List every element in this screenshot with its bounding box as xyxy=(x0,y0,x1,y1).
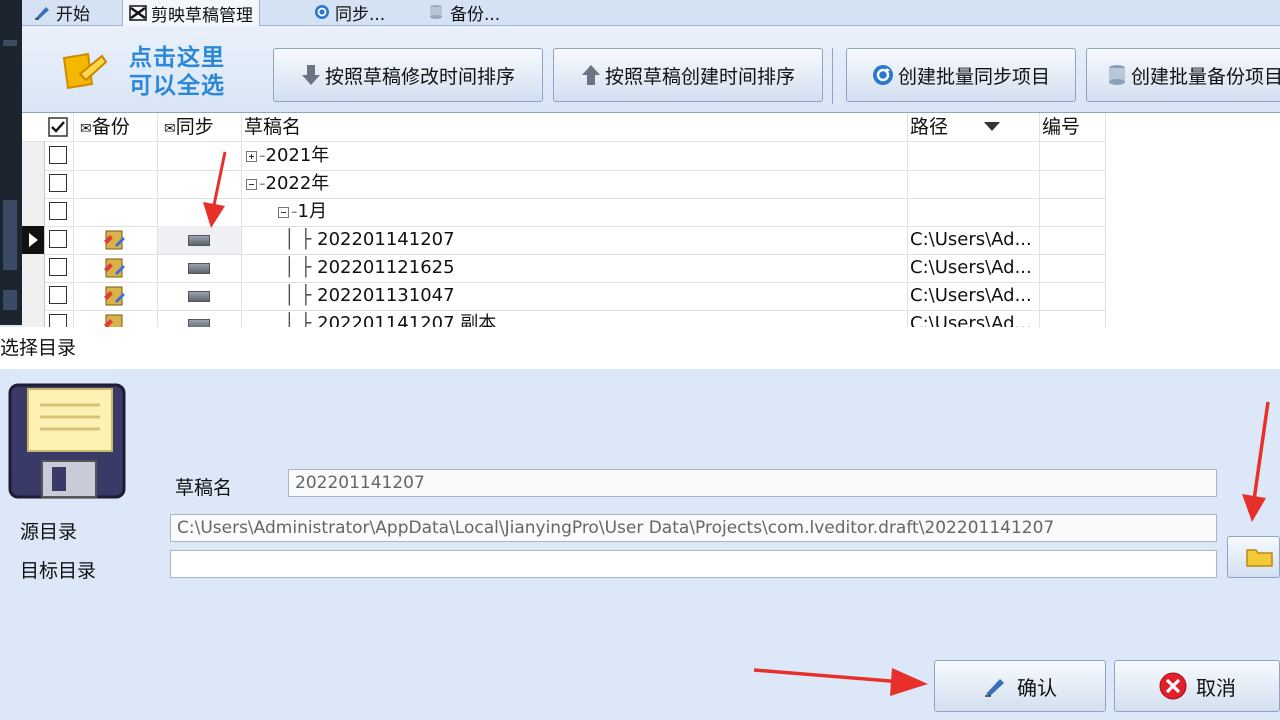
backup-status-icon[interactable] xyxy=(101,255,127,281)
row-checkbox[interactable] xyxy=(49,286,67,304)
header-select-all-checkbox[interactable] xyxy=(44,113,74,141)
collapse-icon[interactable] xyxy=(278,206,289,218)
tab-backup[interactable]: 备份... xyxy=(422,0,506,25)
confirm-button[interactable]: 确认 xyxy=(934,660,1106,712)
select-all-icon[interactable] xyxy=(58,44,110,96)
source-dir-label: 源目录 xyxy=(20,521,78,543)
sort-by-modified-button[interactable]: 按照草稿修改时间排序 xyxy=(273,48,543,102)
table-row[interactable]: -2022年 xyxy=(22,170,1106,199)
backup-status-icon[interactable] xyxy=(101,283,127,309)
sort-descending-icon xyxy=(984,122,1000,131)
sync-status-icon[interactable] xyxy=(188,235,210,246)
left-background-strip xyxy=(0,0,22,325)
column-header-name[interactable]: 草稿名 xyxy=(242,113,908,141)
database-icon xyxy=(1109,65,1125,85)
checkbox-checked-icon xyxy=(48,117,68,137)
column-header-path[interactable]: 路径 xyxy=(908,113,1040,141)
tab-label: 开始 xyxy=(56,4,90,25)
close-circle-icon xyxy=(1159,672,1187,700)
current-row-indicator xyxy=(22,226,45,254)
sort-by-created-button[interactable]: 按照草稿创建时间排序 xyxy=(553,48,823,102)
row-checkbox[interactable] xyxy=(49,314,67,327)
draft-name-field[interactable]: 202201141207 xyxy=(288,469,1217,497)
column-header-backup[interactable]: ✉备份 xyxy=(74,113,158,141)
collapse-icon[interactable] xyxy=(246,178,257,190)
envelope-icon: ✉ xyxy=(164,121,176,137)
capcut-icon xyxy=(129,5,147,21)
column-header-number[interactable]: 编号 xyxy=(1040,113,1106,141)
envelope-icon: ✉ xyxy=(80,121,92,137)
draft-name-label: 草稿名 xyxy=(175,477,233,499)
folder-icon xyxy=(1246,549,1273,567)
target-dir-field[interactable] xyxy=(170,550,1217,578)
tab-draft-manager[interactable]: 剪映草稿管理 xyxy=(122,0,260,26)
backup-status-icon[interactable] xyxy=(101,311,127,327)
table-row[interactable]: │ ├ 202201121625 C:\Users\Ad... xyxy=(22,254,1106,283)
sync-icon xyxy=(872,65,893,85)
backup-status-icon[interactable] xyxy=(101,227,127,253)
floppy-disk-icon xyxy=(8,383,126,499)
pen-icon xyxy=(985,679,1004,697)
table-row[interactable]: -1月 xyxy=(22,198,1106,227)
tab-label: 剪映草稿管理 xyxy=(151,5,253,26)
source-dir-field[interactable]: C:\Users\Administrator\AppData\Local\Jia… xyxy=(170,514,1217,542)
expand-icon[interactable] xyxy=(246,150,257,162)
create-batch-sync-button[interactable]: 创建批量同步项目 xyxy=(846,48,1076,102)
arrow-down-icon xyxy=(301,65,320,85)
sync-status-icon[interactable] xyxy=(188,291,210,302)
annotation-arrow-icon xyxy=(753,668,928,696)
table-row-selected[interactable]: │ ├ 202201141207 C:\Users\Ad... xyxy=(22,226,1106,255)
select-all-hint[interactable]: 点击这里 可以全选 xyxy=(129,44,249,100)
sync-status-icon[interactable] xyxy=(188,319,210,327)
target-dir-label: 目标目录 xyxy=(20,560,97,582)
dialog-title: 选择目录 xyxy=(0,327,1280,369)
row-checkbox[interactable] xyxy=(49,258,67,276)
column-header-sync[interactable]: ✉同步 xyxy=(158,113,242,141)
row-checkbox[interactable] xyxy=(49,174,67,192)
select-directory-dialog: 草稿名 202201141207 源目录 C:\Users\Administra… xyxy=(0,369,1280,720)
grid-header: ✉备份 ✉同步 草稿名 路径 编号 xyxy=(22,113,1106,142)
tab-sync[interactable]: 同步... xyxy=(307,0,391,25)
toolbar-separator xyxy=(832,48,833,104)
annotation-arrow-icon xyxy=(1242,401,1270,522)
browse-folder-button[interactable] xyxy=(1227,536,1280,578)
sync-status-icon[interactable] xyxy=(188,263,210,274)
sync-icon xyxy=(315,5,329,19)
table-row[interactable]: │ ├ 202201141207 副本 C:\Users\Ad... xyxy=(22,310,1106,327)
table-row[interactable]: -2021年 xyxy=(22,142,1106,171)
database-icon xyxy=(430,5,442,19)
cancel-button[interactable]: 取消 xyxy=(1114,660,1280,712)
arrow-up-icon xyxy=(581,65,600,85)
tab-start[interactable]: 开始 xyxy=(28,0,96,25)
table-row[interactable]: │ ├ 202201131047 C:\Users\Ad... xyxy=(22,282,1106,311)
tab-bar: 开始 剪映草稿管理 同步... 备份... xyxy=(22,0,1280,26)
create-batch-backup-button[interactable]: 创建批量备份项目 xyxy=(1086,48,1280,102)
row-checkbox[interactable] xyxy=(49,202,67,220)
row-checkbox[interactable] xyxy=(49,146,67,164)
tab-label: 同步... xyxy=(335,4,386,25)
annotation-arrow-icon xyxy=(203,151,227,228)
toolbar: 点击这里 可以全选 按照草稿修改时间排序 按照草稿创建时间排序 创建批量同步项目… xyxy=(22,26,1280,112)
row-checkbox[interactable] xyxy=(49,230,67,248)
tab-label: 备份... xyxy=(450,4,501,25)
pen-icon xyxy=(35,7,49,20)
